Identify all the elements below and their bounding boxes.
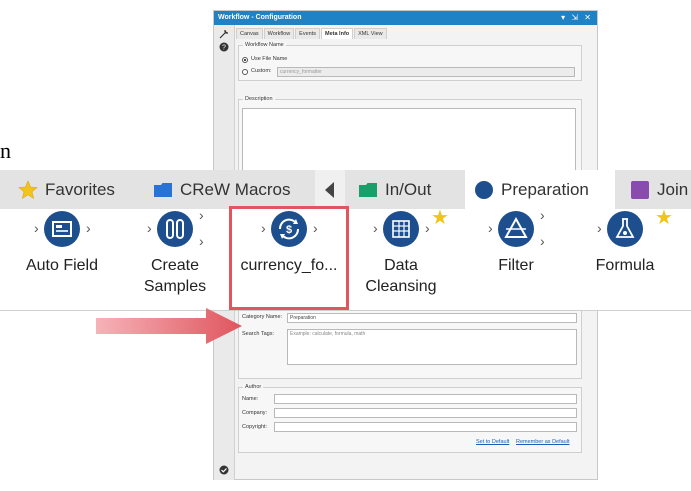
formula-icon xyxy=(607,211,643,247)
use-file-name-label: Use File Name xyxy=(251,56,288,62)
chevron-right-icon: › xyxy=(488,220,493,236)
window-controls[interactable]: ▾ ⇲ ✕ xyxy=(561,11,593,25)
palette-tab-label: Favorites xyxy=(45,179,115,199)
check-icon xyxy=(219,465,229,475)
custom-label: Custom: xyxy=(251,68,272,74)
palette-tab-in-out[interactable]: In/Out xyxy=(358,170,431,209)
favorite-star-icon: ★ xyxy=(431,207,449,229)
chevron-right-icon: › xyxy=(597,220,602,236)
window-title: Workflow - Configuration xyxy=(214,11,597,25)
create-samples-icon xyxy=(157,211,193,247)
chevron-right-icon: › xyxy=(425,220,430,236)
tool-filter[interactable]: › › › Filter xyxy=(466,207,566,276)
palette-tab-join[interactable]: Join xyxy=(630,170,688,209)
palette-tab-label: In/Out xyxy=(385,179,432,199)
search-tags-label: Search Tags: xyxy=(242,331,275,337)
name-label: Name: xyxy=(242,396,259,402)
tool-create-samples[interactable]: › › › Create Samples xyxy=(125,207,225,297)
palette-scroll-left[interactable] xyxy=(315,170,345,209)
filter-icon xyxy=(498,211,534,247)
tool-label: Data Cleansing xyxy=(365,257,437,295)
chevron-right-icon: › xyxy=(540,233,545,249)
folder-icon xyxy=(154,182,172,197)
chevron-right-icon: › xyxy=(373,220,378,236)
folder-icon xyxy=(359,182,377,197)
tab-meta-info[interactable]: Meta Info xyxy=(321,28,354,39)
category-group: Category Name: Preparation Search Tags: … xyxy=(238,309,582,379)
author-copyright-field[interactable] xyxy=(274,422,577,432)
workflow-name-title: Workflow Name xyxy=(243,42,286,48)
palette-tab-crew-macros[interactable]: CReW Macros xyxy=(153,170,291,209)
tab-workflow[interactable]: Workflow xyxy=(263,28,295,39)
callout-arrow-icon xyxy=(96,308,242,344)
chevron-right-icon: › xyxy=(199,233,204,249)
tool-label: Formula xyxy=(595,257,655,274)
palette-tab-label: Join xyxy=(657,179,689,199)
square-icon xyxy=(631,180,649,199)
palette-tab-label: CReW Macros xyxy=(180,179,291,199)
chevron-right-icon: › xyxy=(199,207,204,223)
tool-label: Create Samples xyxy=(143,257,207,295)
description-field[interactable] xyxy=(242,108,576,170)
remember-as-default-link[interactable]: Remember as Default xyxy=(516,439,570,445)
triangle-left-icon xyxy=(325,181,334,198)
workflow-name-group: Workflow Name Use File Name Custom: curr… xyxy=(238,42,582,81)
tool-data-cleansing[interactable]: › › ★ Data Cleansing xyxy=(351,207,451,297)
chevron-right-icon: › xyxy=(147,220,152,236)
svg-text:?: ? xyxy=(222,45,226,52)
config-tabs: Canvas Workflow Events Meta Info XML View xyxy=(236,28,388,39)
palette-tab-favorites[interactable]: Favorites xyxy=(18,170,115,209)
chevron-right-icon: › xyxy=(34,220,39,236)
data-cleansing-icon xyxy=(383,211,419,247)
page-text-fragment: n xyxy=(0,138,11,163)
tool-label: Filter xyxy=(498,257,534,274)
wrench-icon[interactable] xyxy=(219,29,229,39)
tab-canvas[interactable]: Canvas xyxy=(236,28,263,39)
company-label: Company: xyxy=(242,410,268,416)
palette-tabs: Favorites CReW Macros In/Out Preparation… xyxy=(0,170,691,210)
author-group: Author Name: Company: Copyright: Set to … xyxy=(238,384,582,453)
description-group: Description xyxy=(238,96,582,171)
star-icon xyxy=(18,179,38,199)
copyright-label: Copyright: xyxy=(242,424,268,430)
category-name-field[interactable]: Preparation xyxy=(287,313,577,323)
palette-tab-label: Preparation xyxy=(501,179,589,199)
custom-name-field[interactable]: currency_formatter xyxy=(277,67,575,77)
help-icon[interactable]: ? xyxy=(219,42,229,52)
use-file-name-radio[interactable] xyxy=(242,57,248,63)
palette-tab-preparation[interactable]: Preparation xyxy=(465,170,615,209)
category-name-label: Category Name: xyxy=(242,314,283,320)
author-name-field[interactable] xyxy=(274,394,577,404)
tool-label: Auto Field xyxy=(25,257,99,274)
author-title: Author xyxy=(243,384,264,390)
circle-icon xyxy=(475,180,493,199)
custom-radio[interactable] xyxy=(242,69,248,75)
set-to-default-link[interactable]: Set to Default xyxy=(476,439,509,445)
favorite-star-icon: ★ xyxy=(655,207,673,229)
chevron-right-icon: › xyxy=(86,220,91,236)
description-title: Description xyxy=(243,96,275,102)
auto-field-icon xyxy=(44,211,80,247)
search-tags-field[interactable]: Example: calculate, formula, math xyxy=(287,329,577,365)
tool-auto-field[interactable]: › › Auto Field xyxy=(12,211,112,276)
author-company-field[interactable] xyxy=(274,408,577,418)
tool-formula[interactable]: › ★ Formula xyxy=(575,207,675,276)
tab-events[interactable]: Events xyxy=(295,28,320,39)
chevron-right-icon: › xyxy=(540,207,545,223)
tab-xml-view[interactable]: XML View xyxy=(354,28,387,39)
highlight-box xyxy=(229,206,349,310)
